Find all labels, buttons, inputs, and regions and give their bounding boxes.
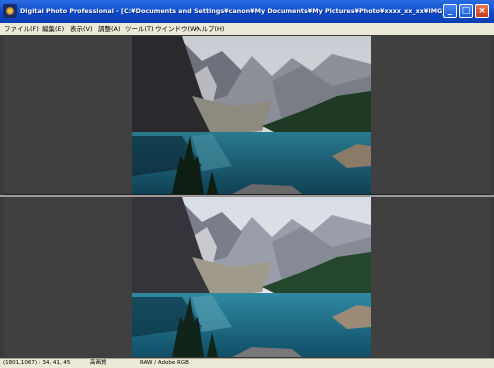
status-bar: (1801,1067) : 34, 41, 45 高画質 RAW / Adobe… bbox=[0, 358, 494, 368]
menu-bar: ファイル(F) 編集(E) 表示(V) 調整(A) ツール(T) ウインドウ(W… bbox=[0, 23, 494, 35]
photo-bottom bbox=[132, 197, 371, 357]
photo-top bbox=[132, 36, 371, 194]
minimize-button[interactable]: _ bbox=[443, 4, 457, 18]
menu-view[interactable]: 表示(V) bbox=[70, 23, 93, 35]
menu-adjust[interactable]: 調整(A) bbox=[98, 23, 121, 35]
menu-edit[interactable]: 編集(E) bbox=[42, 23, 64, 35]
close-button[interactable]: × bbox=[475, 4, 489, 18]
menu-file[interactable]: ファイル(F) bbox=[4, 23, 39, 35]
window-title: Digital Photo Professional - [C:¥Documen… bbox=[20, 7, 456, 15]
menu-help[interactable]: ヘルプ(H) bbox=[195, 23, 224, 35]
maximize-button[interactable]: □ bbox=[459, 4, 473, 18]
image-pane-top[interactable] bbox=[4, 36, 490, 195]
status-coords: (1801,1067) : 34, 41, 45 bbox=[3, 360, 71, 366]
status-quality: 高画質 bbox=[90, 360, 107, 366]
title-bar[interactable]: Digital Photo Professional - [C:¥Documen… bbox=[0, 0, 494, 23]
image-pane-bottom[interactable] bbox=[4, 197, 490, 357]
menu-window[interactable]: ウインドウ(W) bbox=[155, 23, 199, 35]
status-color-space: RAW / Adobe RGB bbox=[140, 360, 189, 366]
app-icon[interactable] bbox=[3, 4, 17, 18]
menu-tools[interactable]: ツール(T) bbox=[125, 23, 154, 35]
image-viewer bbox=[0, 35, 494, 358]
